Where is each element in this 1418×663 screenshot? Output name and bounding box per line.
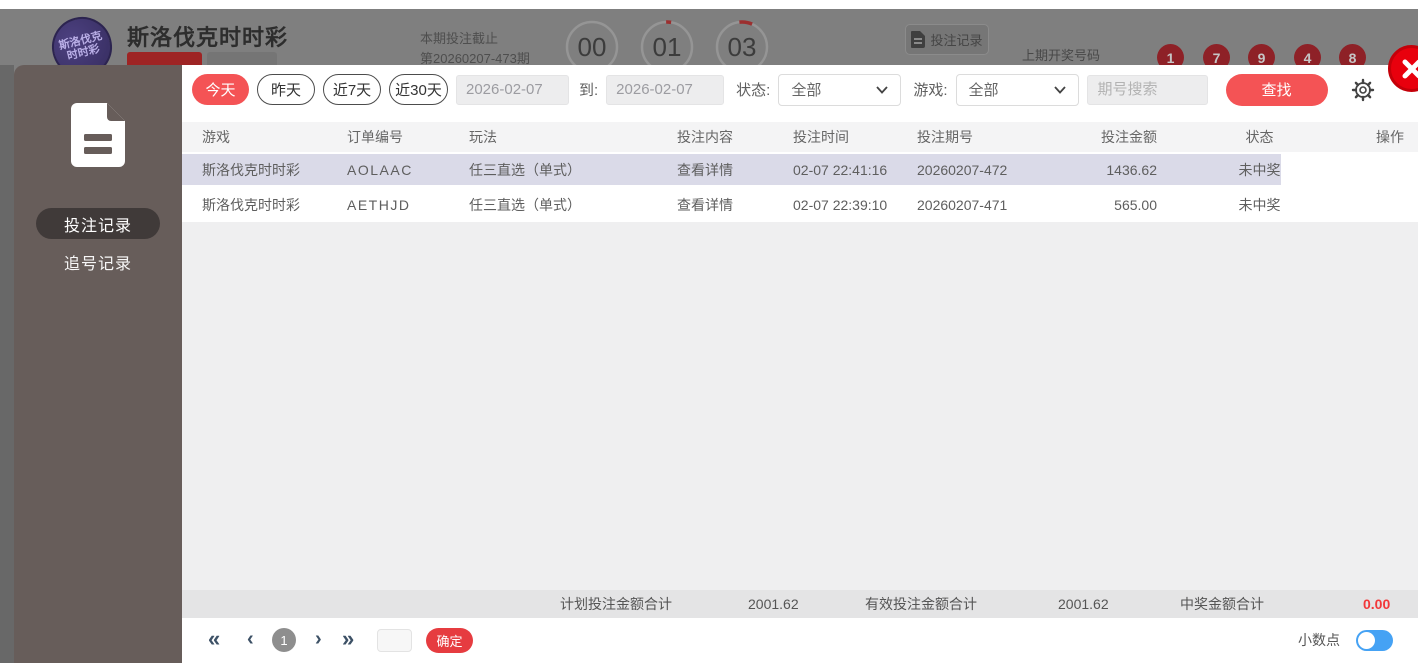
document-icon bbox=[71, 103, 125, 167]
confirm-page-button[interactable]: 确定 bbox=[426, 628, 473, 653]
cell-period: 20260207-472 bbox=[917, 161, 1008, 178]
background-header: 斯洛伐克 时时彩 斯洛伐克时时彩 本期投注截止 第20260207-473期 0… bbox=[0, 9, 1418, 84]
view-details-link[interactable]: 查看详情 bbox=[677, 160, 793, 180]
prev-page-button[interactable]: ‹ bbox=[247, 618, 254, 663]
game-select[interactable]: 全部 bbox=[955, 73, 1079, 106]
summary-bar: 计划投注金额合计 2001.62 有效投注金额合计 2001.62 中奖金额合计… bbox=[182, 590, 1418, 618]
top-white-strip bbox=[0, 0, 1418, 9]
status-select[interactable]: 全部 bbox=[778, 73, 902, 106]
date-to-label: 到: bbox=[579, 82, 599, 99]
table-header: 游戏 订单编号 玩法 投注内容 投注时间 投注期号 投注金额 状态 操作 bbox=[182, 122, 1418, 152]
status-badge: 未中奖 bbox=[1238, 161, 1281, 178]
col-amount: 投注金额 bbox=[1101, 129, 1157, 145]
col-game: 游戏 bbox=[202, 129, 230, 145]
current-page-button[interactable]: 1 bbox=[272, 628, 296, 652]
pagination-bar: « ‹ 1 › » 确定 小数点 bbox=[182, 618, 1418, 663]
deadline-label: 本期投注截止 bbox=[420, 31, 499, 46]
table-row[interactable]: 斯洛伐克时时彩 AOLAAC 任三直选（单式） 查看详情 02-07 22:41… bbox=[182, 152, 1418, 187]
lottery-title: 斯洛伐克时时彩 bbox=[127, 25, 289, 50]
screen: 斯洛伐克 时时彩 斯洛伐克时时彩 本期投注截止 第20260207-473期 0… bbox=[0, 0, 1418, 663]
date-from-input[interactable] bbox=[456, 74, 569, 105]
col-action: 操作 bbox=[1376, 129, 1404, 145]
status-label: 状态: bbox=[736, 82, 771, 99]
first-page-button[interactable]: « bbox=[208, 618, 220, 663]
modal-content: 今天 昨天 近7天 近30天 到: 状态: 全部 游戏: 全部 bbox=[182, 65, 1418, 663]
gear-icon[interactable] bbox=[1350, 77, 1376, 103]
chevron-down-icon bbox=[1053, 85, 1066, 94]
last-draw-label: 上期开奖号码 bbox=[1022, 48, 1101, 63]
valid-total-label: 有效投注金额合计 bbox=[865, 596, 977, 612]
quick-filter-today[interactable]: 今天 bbox=[192, 74, 249, 105]
win-total-value: 0.00 bbox=[1363, 596, 1391, 612]
cell-game: 斯洛伐克时时彩 bbox=[202, 161, 300, 178]
cell-time: 02-07 22:39:10 bbox=[793, 196, 888, 213]
status-badge: 未中奖 bbox=[1238, 196, 1281, 213]
bet-records-modal: 投注记录 追号记录 今天 昨天 近7天 近30天 到: 状态: 全部 bbox=[14, 65, 1418, 663]
cell-time: 02-07 22:41:16 bbox=[793, 161, 888, 178]
period-search-input[interactable] bbox=[1086, 74, 1208, 105]
decimal-point-label: 小数点 bbox=[1298, 632, 1340, 648]
planned-total-value: 2001.62 bbox=[748, 596, 799, 612]
page-jump-input[interactable] bbox=[377, 629, 412, 652]
date-to-input[interactable] bbox=[606, 74, 725, 105]
quick-filter-7days[interactable]: 近7天 bbox=[323, 74, 381, 105]
left-gray-strip bbox=[0, 65, 14, 663]
toggle-knob bbox=[1358, 632, 1375, 649]
table-row[interactable]: 斯洛伐克时时彩 AETHJD 任三直选（单式） 查看详情 02-07 22:39… bbox=[182, 187, 1418, 222]
next-page-button[interactable]: › bbox=[315, 618, 322, 663]
cell-amount: 565.00 bbox=[1114, 196, 1157, 213]
cell-play: 任三直选（单式） bbox=[469, 161, 581, 178]
cell-amount: 1436.62 bbox=[1106, 161, 1157, 178]
col-status: 状态 bbox=[1245, 129, 1274, 145]
modal-sidebar: 投注记录 追号记录 bbox=[14, 65, 182, 663]
col-time: 投注时间 bbox=[793, 129, 849, 145]
sidebar-item-chase-records[interactable]: 追号记录 bbox=[14, 250, 182, 274]
cell-period: 20260207-471 bbox=[917, 196, 1008, 213]
close-icon bbox=[1402, 59, 1418, 78]
filter-bar: 今天 昨天 近7天 近30天 到: 状态: 全部 游戏: 全部 bbox=[182, 65, 1418, 122]
sidebar-item-bet-records[interactable]: 投注记录 bbox=[36, 208, 160, 239]
decimal-toggle[interactable] bbox=[1356, 630, 1393, 651]
game-label: 游戏: bbox=[913, 82, 948, 99]
quick-filter-30days[interactable]: 近30天 bbox=[389, 74, 448, 105]
cell-game: 斯洛伐克时时彩 bbox=[202, 196, 300, 213]
document-icon bbox=[911, 31, 926, 48]
view-details-link[interactable]: 查看详情 bbox=[677, 195, 793, 215]
col-play: 玩法 bbox=[469, 129, 497, 145]
col-content: 投注内容 bbox=[677, 129, 733, 145]
valid-total-value: 2001.62 bbox=[1058, 596, 1109, 612]
last-page-button[interactable]: » bbox=[342, 618, 354, 663]
order-id-link[interactable]: AETHJD bbox=[347, 197, 469, 213]
bet-record-button[interactable]: 投注记录 bbox=[905, 24, 989, 55]
win-total-label: 中奖金额合计 bbox=[1180, 596, 1264, 612]
col-order-id: 订单编号 bbox=[347, 129, 403, 145]
cell-play: 任三直选（单式） bbox=[469, 196, 581, 213]
quick-filter-yesterday[interactable]: 昨天 bbox=[257, 74, 315, 105]
search-button[interactable]: 查找 bbox=[1225, 73, 1328, 106]
planned-total-label: 计划投注金额合计 bbox=[560, 596, 672, 612]
col-period: 投注期号 bbox=[917, 129, 973, 145]
chevron-down-icon bbox=[876, 85, 889, 94]
order-id-link[interactable]: AOLAAC bbox=[347, 162, 469, 178]
